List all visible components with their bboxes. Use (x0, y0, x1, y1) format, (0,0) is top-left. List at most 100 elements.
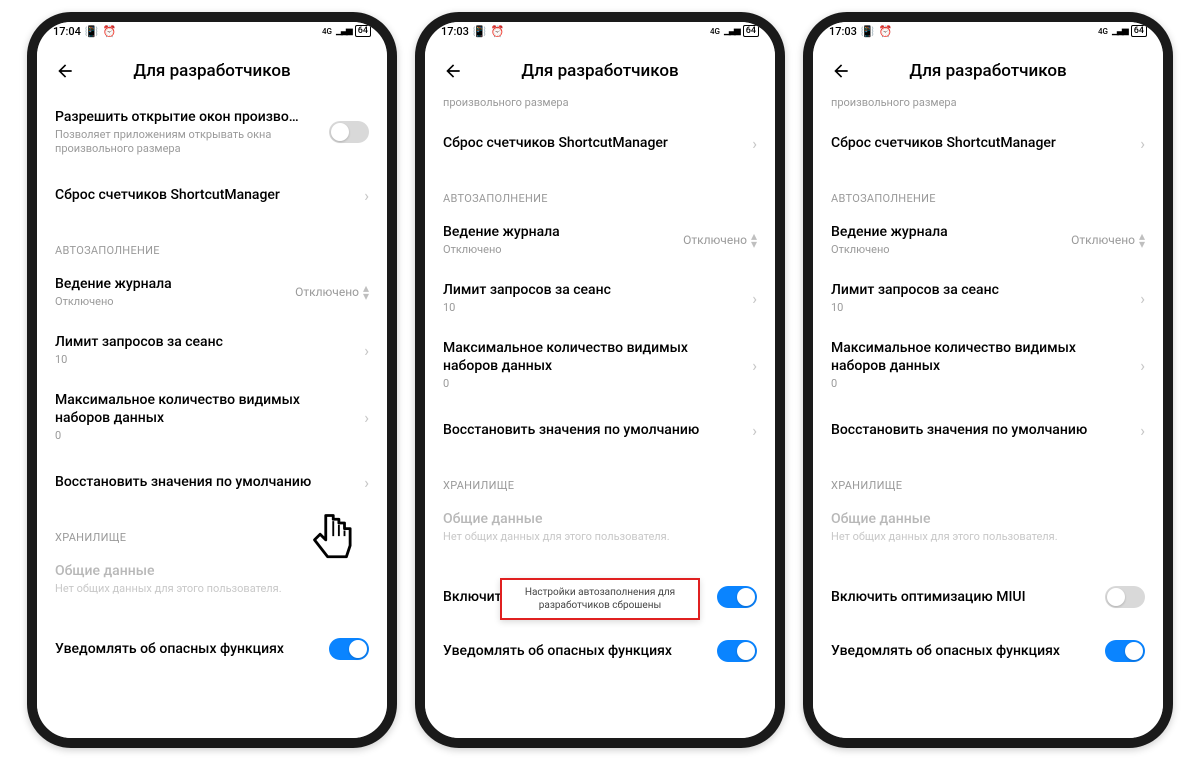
toggle-notify-danger[interactable] (329, 638, 369, 660)
page-title: Для разработчиков (825, 61, 1151, 81)
signal-icon: ▁▃▅ (724, 26, 739, 36)
settings-content[interactable]: произвольного размера Сброс счетчиков Sh… (425, 96, 775, 738)
section-storage: ХРАНИЛИЩЕ (813, 457, 1163, 498)
item-title: Сброс счетчиков ShortcutManager (831, 134, 1130, 152)
item-notify-danger[interactable]: Уведомлять об опасных функциях (813, 624, 1163, 678)
item-title: Лимит запросов за сеанс (443, 281, 742, 299)
item-title: Уведомлять об опасных функциях (55, 640, 319, 658)
item-title: Восстановить значения по умолчанию (55, 473, 354, 491)
item-title: Лимит запросов за сеанс (55, 333, 354, 351)
chevron-right-icon: › (752, 134, 757, 153)
item-value: Отключено (683, 233, 747, 247)
item-subtitle: 10 (55, 353, 354, 367)
item-title: Восстановить значения по умолчанию (831, 421, 1130, 439)
item-title: Общие данные (55, 562, 359, 580)
item-reset-shortcut[interactable]: Сброс счетчиков ShortcutManager › (37, 168, 387, 222)
status-bar: 17:03 📳 ⏰ 4G ▁▃▅ 64 (425, 22, 775, 46)
header: Для разработчиков (425, 46, 775, 96)
settings-content[interactable]: Разрешить открытие окон произво… Позволя… (37, 96, 387, 738)
item-value: Отключено (1071, 233, 1135, 247)
item-allow-resize[interactable]: Разрешить открытие окон произво… Позволя… (37, 96, 387, 168)
settings-content[interactable]: произвольного размера Сброс счетчиков Sh… (813, 96, 1163, 738)
item-reset-shortcut[interactable]: Сброс счетчиков ShortcutManager › (425, 116, 775, 170)
toggle-miui-opt[interactable] (1105, 586, 1145, 608)
item-subtitle: Отключено (831, 243, 1061, 257)
vibrate-icon: 📳 (473, 25, 487, 38)
updown-icon: ▴▾ (751, 232, 757, 248)
item-miui-opt[interactable]: Включить оптимизацию MIUI (813, 570, 1163, 624)
item-maxsets[interactable]: Максимальное количество видимых наборов … (813, 327, 1163, 403)
item-logging[interactable]: Ведение журнала Отключено Отключено ▴▾ (813, 211, 1163, 269)
screen: 17:04 📳 ⏰ 4G ▁▃▅ 64 Для разработчиков Ра… (37, 22, 387, 738)
item-restore-defaults[interactable]: Восстановить значения по умолчанию › (425, 403, 775, 457)
phone-frame: 17:03 📳 ⏰ 4G ▁▃▅ 64 Для разработчиков пр… (803, 12, 1173, 748)
item-value: Отключено (295, 285, 359, 299)
chevron-right-icon: › (1140, 356, 1145, 375)
screen: 17:03 📳 ⏰ 4G ▁▃▅ 64 Для разработчиков пр… (813, 22, 1163, 738)
item-limit[interactable]: Лимит запросов за сеанс 10 › (425, 269, 775, 327)
item-limit[interactable]: Лимит запросов за сеанс 10 › (813, 269, 1163, 327)
toggle-notify-danger[interactable] (717, 640, 757, 662)
alarm-icon: ⏰ (879, 25, 893, 38)
item-subtitle: 10 (443, 301, 742, 315)
item-title: Ведение журнала (55, 275, 285, 293)
item-title: Сброс счетчиков ShortcutManager (443, 134, 742, 152)
status-bar: 17:03 📳 ⏰ 4G ▁▃▅ 64 (813, 22, 1163, 46)
chevron-right-icon: › (1140, 134, 1145, 153)
page-title: Для разработчиков (437, 61, 763, 81)
item-subtitle: 0 (831, 377, 1130, 391)
item-subtitle: 10 (831, 301, 1130, 315)
alarm-icon: ⏰ (103, 25, 117, 38)
chevron-right-icon: › (1140, 421, 1145, 440)
item-logging[interactable]: Ведение журнала Отключено Отключено ▴▾ (37, 263, 387, 321)
chevron-right-icon: › (364, 408, 369, 427)
status-time: 17:03 (829, 25, 857, 38)
section-autofill: АВТОЗАПОЛНЕНИЕ (813, 170, 1163, 211)
item-maxsets[interactable]: Максимальное количество видимых наборов … (37, 379, 387, 455)
cut-subtitle: произвольного размера (813, 96, 1163, 116)
cut-subtitle: произвольного размера (425, 96, 775, 116)
item-subtitle: Нет общих данных для этого пользователя. (831, 530, 1135, 544)
vibrate-icon: 📳 (861, 25, 875, 38)
battery-indicator: 64 (743, 25, 759, 37)
item-subtitle: Нет общих данных для этого пользователя. (443, 530, 747, 544)
toggle-allow-resize[interactable] (329, 121, 369, 143)
item-restore-defaults[interactable]: Восстановить значения по умолчанию › (37, 455, 387, 509)
signal-icon: ▁▃▅ (336, 26, 351, 36)
phone-frame: 17:03 📳 ⏰ 4G ▁▃▅ 64 Для разработчиков пр… (415, 12, 785, 748)
section-storage: ХРАНИЛИЩЕ (37, 509, 387, 550)
toast-line: Настройки автозаполнения для (520, 586, 680, 599)
battery-indicator: 64 (1131, 25, 1147, 37)
item-title: Ведение журнала (831, 223, 1061, 241)
item-shared-data: Общие данные Нет общих данных для этого … (425, 498, 775, 556)
section-storage: ХРАНИЛИЩЕ (425, 457, 775, 498)
item-reset-shortcut[interactable]: Сброс счетчиков ShortcutManager › (813, 116, 1163, 170)
item-title: Максимальное количество видимых наборов … (443, 339, 742, 375)
item-notify-danger[interactable]: Уведомлять об опасных функциях (37, 622, 387, 676)
item-subtitle: Отключено (443, 243, 673, 257)
page-title: Для разработчиков (49, 61, 375, 81)
item-title: Ведение журнала (443, 223, 673, 241)
chevron-right-icon: › (752, 421, 757, 440)
item-logging[interactable]: Ведение журнала Отключено Отключено ▴▾ (425, 211, 775, 269)
item-title: Разрешить открытие окон произво… (55, 108, 319, 126)
header: Для разработчиков (813, 46, 1163, 96)
item-subtitle: Нет общих данных для этого пользователя. (55, 582, 359, 596)
toggle-miui-opt[interactable] (717, 586, 757, 608)
status-time: 17:03 (441, 25, 469, 38)
item-limit[interactable]: Лимит запросов за сеанс 10 › (37, 321, 387, 379)
item-shared-data: Общие данные Нет общих данных для этого … (813, 498, 1163, 556)
item-title: Максимальное количество видимых наборов … (55, 391, 354, 427)
item-title: Лимит запросов за сеанс (831, 281, 1130, 299)
vibrate-icon: 📳 (85, 25, 99, 38)
toggle-notify-danger[interactable] (1105, 640, 1145, 662)
item-subtitle: Отключено (55, 295, 285, 309)
item-title: Общие данные (443, 510, 747, 528)
chevron-right-icon: › (752, 356, 757, 375)
status-bar: 17:04 📳 ⏰ 4G ▁▃▅ 64 (37, 22, 387, 46)
item-notify-danger[interactable]: Уведомлять об опасных функциях (425, 624, 775, 678)
signal-icon: ▁▃▅ (1112, 26, 1127, 36)
item-restore-defaults[interactable]: Восстановить значения по умолчанию › (813, 403, 1163, 457)
item-maxsets[interactable]: Максимальное количество видимых наборов … (425, 327, 775, 403)
header: Для разработчиков (37, 46, 387, 96)
